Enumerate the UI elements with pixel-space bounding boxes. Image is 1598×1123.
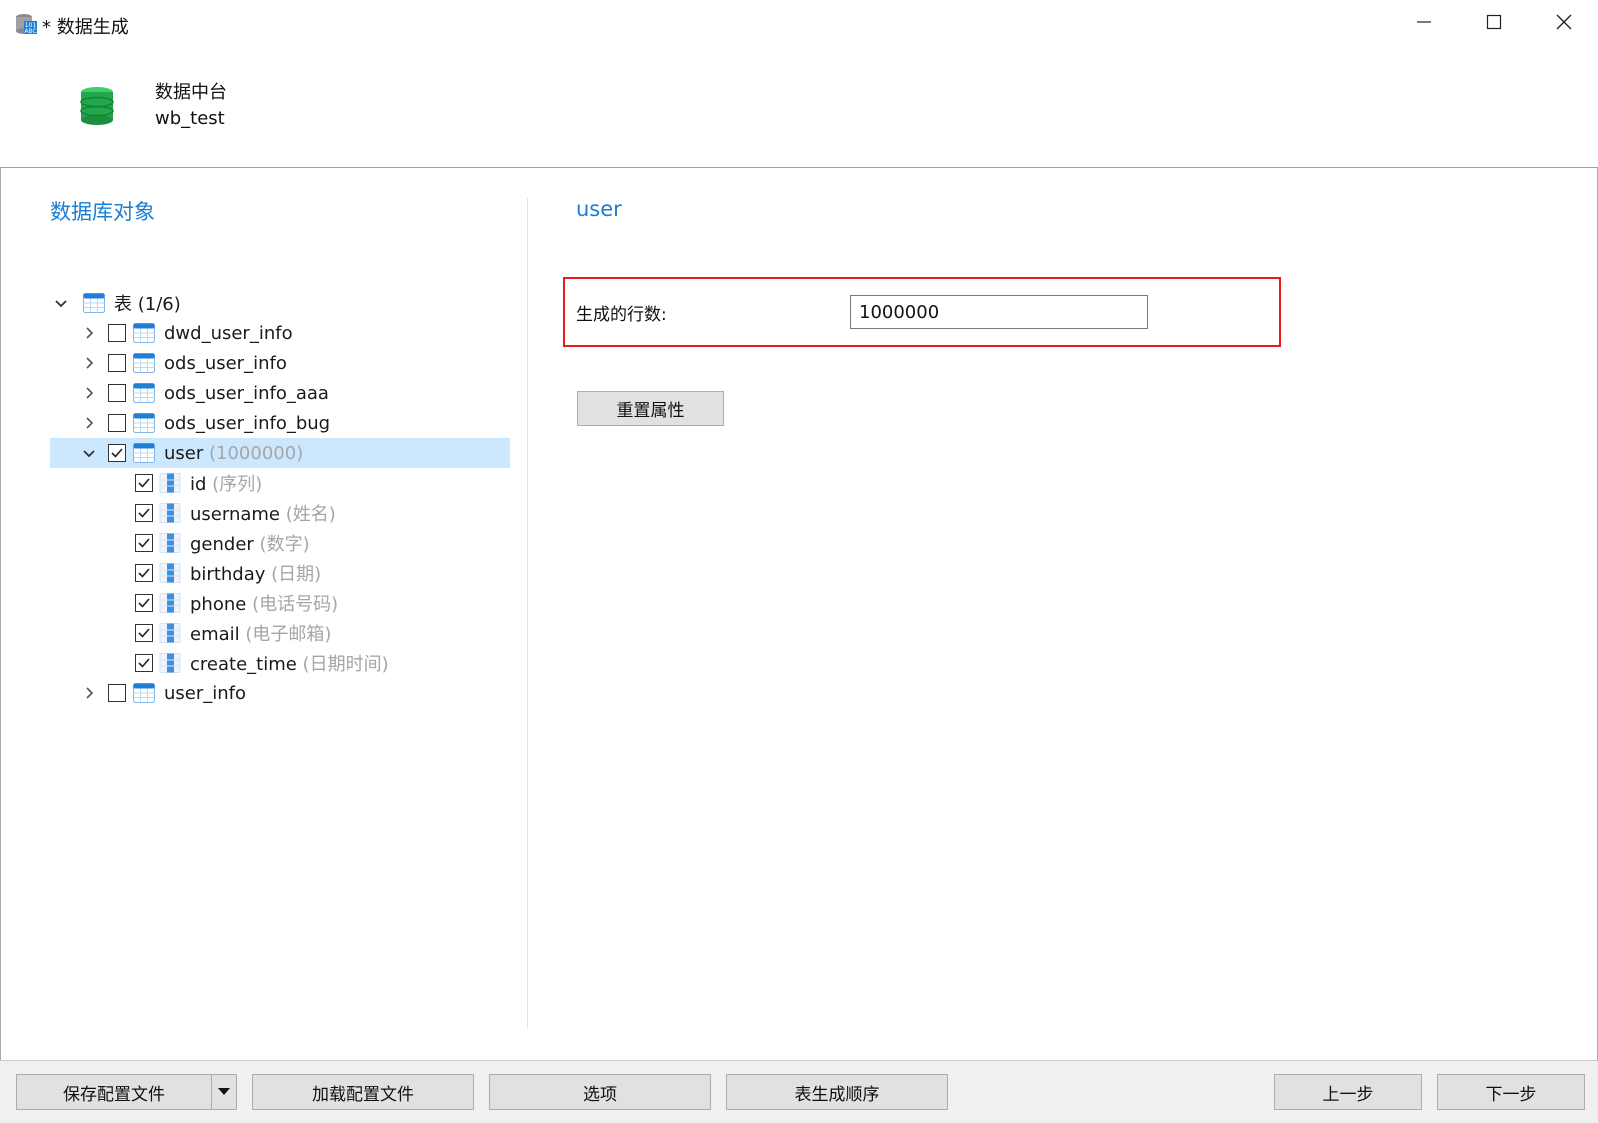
tree-item-column-birthday[interactable]: birthday (日期)	[50, 558, 510, 588]
column-name: phone	[190, 594, 247, 615]
close-icon	[1556, 14, 1572, 34]
tree-item-column-phone[interactable]: phone (电话号码)	[50, 588, 510, 618]
save-config-button[interactable]: 保存配置文件	[16, 1074, 212, 1110]
rows-input[interactable]	[850, 295, 1148, 329]
column-type-hint: (电话号码)	[252, 594, 339, 615]
database-name: wb_test	[155, 108, 225, 129]
caret-down-icon	[217, 1082, 231, 1102]
previous-button[interactable]: 上一步	[1274, 1074, 1422, 1110]
checkbox[interactable]	[108, 354, 126, 372]
column-icon	[159, 473, 181, 493]
selected-table-title: user	[576, 197, 622, 221]
checkbox-checked[interactable]	[135, 564, 153, 582]
column-icon	[159, 533, 181, 553]
tree-item-ods-user-info-bug[interactable]: ods_user_info_bug	[50, 408, 510, 438]
chevron-down-icon[interactable]	[82, 446, 96, 460]
checkbox-checked[interactable]	[135, 534, 153, 552]
table-name: ods_user_info	[164, 352, 287, 374]
tree-item-column-id[interactable]: id (序列)	[50, 468, 510, 498]
chevron-down-icon[interactable]	[54, 296, 68, 310]
checkbox[interactable]	[108, 414, 126, 432]
save-config-dropdown[interactable]	[211, 1074, 237, 1110]
next-button[interactable]: 下一步	[1437, 1074, 1585, 1110]
title-bar: 101 ABC * 数据生成	[0, 0, 1598, 48]
rows-label: 生成的行数:	[576, 305, 667, 325]
tree-item-column-create-time[interactable]: create_time (日期时间)	[50, 648, 510, 678]
chevron-right-icon[interactable]	[82, 686, 96, 700]
column-type-hint: (数字)	[259, 534, 310, 555]
tree-item-ods-user-info[interactable]: ods_user_info	[50, 348, 510, 378]
tree-item-column-email[interactable]: email (电子邮箱)	[50, 618, 510, 648]
column-name: email	[190, 624, 240, 645]
column-name: birthday	[190, 564, 266, 585]
database-icon	[80, 86, 114, 130]
minimize-icon	[1416, 14, 1432, 34]
table-name: ods_user_info_aaa	[164, 382, 329, 404]
tree-root-label: 表	[114, 294, 132, 315]
checkbox-checked[interactable]	[135, 654, 153, 672]
tree-item-column-username[interactable]: username (姓名)	[50, 498, 510, 528]
connection-header: 数据中台 wb_test	[0, 48, 1598, 168]
column-icon	[159, 503, 181, 523]
table-name: ods_user_info_bug	[164, 412, 331, 434]
column-name: gender	[190, 534, 254, 555]
data-generation-icon: 101 ABC	[14, 12, 38, 36]
minimize-button[interactable]	[1390, 0, 1458, 48]
checkbox-checked[interactable]	[135, 624, 153, 642]
panel-divider[interactable]	[527, 198, 528, 1028]
checkbox-checked[interactable]	[135, 594, 153, 612]
tree-item-user[interactable]: user (1000000)	[50, 438, 510, 468]
table-icon	[133, 323, 155, 343]
window-title: * 数据生成	[42, 17, 129, 38]
table-icon	[133, 413, 155, 433]
table-icon	[83, 293, 105, 313]
connection-name: 数据中台	[155, 82, 227, 103]
column-icon	[159, 593, 181, 613]
tree-item-column-gender[interactable]: gender (数字)	[50, 528, 510, 558]
column-name: id	[190, 474, 207, 495]
options-button[interactable]: 选项	[489, 1074, 711, 1110]
table-order-button[interactable]: 表生成顺序	[726, 1074, 948, 1110]
column-icon	[159, 653, 181, 673]
database-objects-title: 数据库对象	[50, 200, 155, 224]
tree-item-dwd-user-info[interactable]: dwd_user_info	[50, 318, 510, 348]
column-type-hint: (日期时间)	[302, 654, 389, 675]
chevron-right-icon[interactable]	[82, 356, 96, 370]
tree-root-count: (1/6)	[137, 294, 181, 315]
table-icon	[133, 383, 155, 403]
checkbox[interactable]	[108, 324, 126, 342]
tree-item-ods-user-info-aaa[interactable]: ods_user_info_aaa	[50, 378, 510, 408]
table-icon	[133, 683, 155, 703]
column-name: create_time	[190, 654, 297, 675]
table-icon	[133, 353, 155, 373]
table-name: user_info	[164, 682, 247, 704]
column-type-hint: (序列)	[212, 474, 263, 495]
tree-root-tables[interactable]: 表 (1/6)	[50, 288, 510, 318]
close-button[interactable]	[1530, 0, 1598, 48]
chevron-right-icon[interactable]	[82, 326, 96, 340]
column-type-hint: (日期)	[271, 564, 322, 585]
reset-properties-button[interactable]: 重置属性	[577, 391, 724, 426]
checkbox[interactable]	[108, 684, 126, 702]
svg-text:ABC: ABC	[24, 28, 36, 35]
checkbox-checked[interactable]	[135, 504, 153, 522]
table-icon	[133, 443, 155, 463]
checkbox[interactable]	[108, 384, 126, 402]
chevron-right-icon[interactable]	[82, 416, 96, 430]
load-config-button[interactable]: 加载配置文件	[252, 1074, 474, 1110]
row-count-hint: (1000000)	[209, 442, 304, 464]
column-type-hint: (电子邮箱)	[245, 624, 332, 645]
table-name: dwd_user_info	[164, 322, 293, 344]
tree-item-user-info[interactable]: user_info	[50, 678, 510, 708]
column-type-hint: (姓名)	[285, 504, 336, 525]
column-icon	[159, 623, 181, 643]
column-icon	[159, 563, 181, 583]
chevron-right-icon[interactable]	[82, 386, 96, 400]
checkbox-checked[interactable]	[108, 444, 126, 462]
maximize-button[interactable]	[1460, 0, 1528, 48]
maximize-icon	[1486, 14, 1502, 34]
table-name: user	[164, 442, 204, 464]
column-name: username	[190, 504, 280, 525]
checkbox-checked[interactable]	[135, 474, 153, 492]
